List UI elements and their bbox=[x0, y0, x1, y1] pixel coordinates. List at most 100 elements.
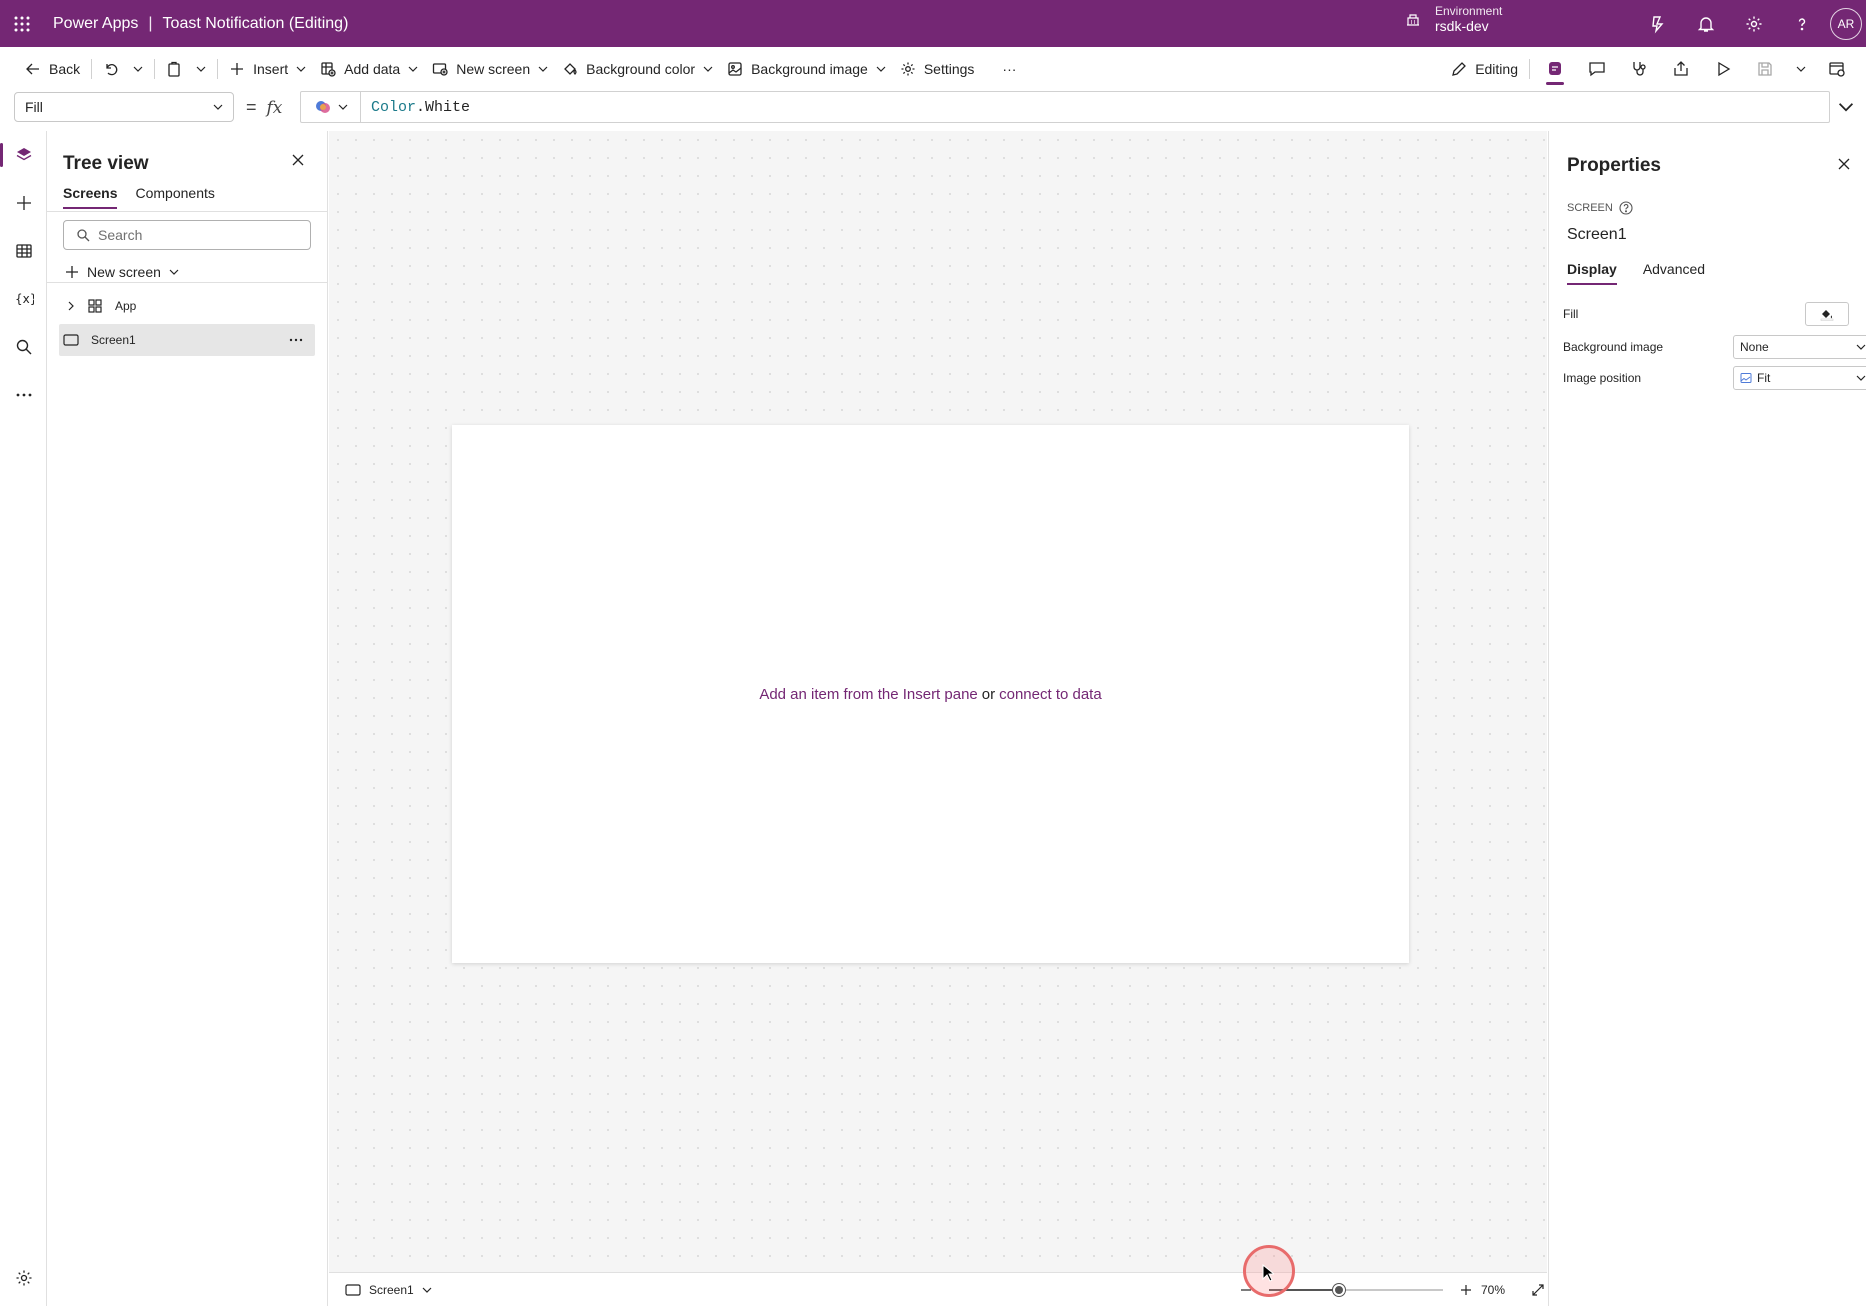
properties-tabs: Display Advanced bbox=[1567, 261, 1705, 285]
search-placeholder: Search bbox=[98, 227, 143, 243]
app-header: Power Apps | Toast Notification (Editing… bbox=[0, 0, 1866, 47]
new-screen-button[interactable]: New screen bbox=[425, 53, 555, 85]
stethoscope-icon bbox=[1633, 62, 1646, 76]
variables-rail-button[interactable]: {x} bbox=[0, 275, 47, 323]
expand-formula-button[interactable] bbox=[1838, 99, 1854, 115]
copilot-icon bbox=[315, 101, 330, 113]
tree-view-close-button[interactable] bbox=[291, 153, 305, 167]
chevron-right-icon[interactable] bbox=[59, 301, 83, 311]
undo-button[interactable] bbox=[96, 53, 126, 85]
divider bbox=[47, 211, 327, 212]
comment-icon bbox=[1589, 62, 1605, 77]
product-name[interactable]: Power Apps bbox=[53, 15, 138, 33]
background-image-dropdown[interactable]: None bbox=[1733, 335, 1866, 359]
insert-rail-button[interactable] bbox=[0, 179, 47, 227]
undo-menu-button[interactable] bbox=[126, 53, 150, 85]
app-checker-button[interactable] bbox=[1618, 51, 1660, 87]
comments-button[interactable] bbox=[1576, 51, 1618, 87]
fit-to-window-icon[interactable] bbox=[1531, 1283, 1545, 1297]
copilot-icon[interactable] bbox=[1634, 0, 1682, 47]
environment-icon bbox=[1407, 14, 1419, 26]
tree-tabs: Screens Components bbox=[63, 185, 215, 209]
insert-label: Insert bbox=[253, 61, 289, 77]
chevron-down-icon bbox=[338, 104, 347, 110]
app-launcher-icon[interactable] bbox=[0, 0, 43, 47]
insert-button[interactable]: Insert bbox=[222, 53, 313, 85]
help-icon[interactable] bbox=[1619, 201, 1633, 215]
more-commands-button[interactable]: ··· bbox=[995, 53, 1023, 85]
connect-to-data-link[interactable]: connect to data bbox=[999, 686, 1102, 703]
share-button[interactable] bbox=[1660, 51, 1702, 87]
chevron-down-icon bbox=[1856, 344, 1866, 350]
new-screen-label: New screen bbox=[456, 61, 531, 77]
app-title: Power Apps | Toast Notification (Editing… bbox=[53, 15, 348, 33]
chevron-down-icon bbox=[1796, 66, 1806, 72]
tree-view-rail-button[interactable] bbox=[0, 131, 47, 179]
chevron-down-icon bbox=[296, 66, 306, 72]
tree-item-label: App bbox=[115, 299, 137, 313]
clipboard-icon bbox=[168, 61, 180, 77]
more-options-icon[interactable] bbox=[289, 333, 303, 347]
tree-new-screen-label: New screen bbox=[87, 264, 161, 280]
zoom-in-icon[interactable] bbox=[1459, 1283, 1473, 1297]
editing-mode-button[interactable]: Editing bbox=[1444, 53, 1525, 85]
plus-icon bbox=[66, 266, 78, 278]
property-dropdown[interactable]: Fill bbox=[14, 92, 234, 122]
formula-copilot-button[interactable] bbox=[301, 92, 361, 122]
back-button[interactable]: Back bbox=[18, 53, 87, 85]
formula-member: White bbox=[425, 98, 471, 116]
copilot-pane-button[interactable] bbox=[1534, 51, 1576, 87]
paste-button[interactable] bbox=[159, 53, 189, 85]
copilot-chat-icon bbox=[1549, 62, 1561, 75]
tree-item-app[interactable]: App bbox=[59, 290, 315, 322]
insert-pane-link[interactable]: Add an item from the Insert pane bbox=[759, 686, 977, 703]
tab-display[interactable]: Display bbox=[1567, 261, 1617, 285]
chevron-down-icon bbox=[1838, 103, 1854, 112]
tree-view-title: Tree view bbox=[63, 153, 149, 174]
save-menu-button[interactable] bbox=[1786, 51, 1816, 87]
equals-sign: = bbox=[246, 97, 257, 117]
user-avatar[interactable]: AR bbox=[1830, 7, 1862, 40]
fill-color-picker[interactable] bbox=[1805, 302, 1849, 326]
tree-item-screen1[interactable]: Screen1 bbox=[59, 324, 315, 356]
tab-advanced[interactable]: Advanced bbox=[1643, 261, 1705, 285]
rail-settings-button[interactable] bbox=[0, 1258, 47, 1298]
background-image-label: Background image bbox=[751, 61, 868, 77]
chevron-down-icon bbox=[1856, 375, 1866, 381]
image-position-dropdown[interactable]: Fit bbox=[1733, 366, 1866, 390]
properties-close-button[interactable] bbox=[1837, 157, 1851, 171]
notifications-icon[interactable] bbox=[1682, 0, 1730, 47]
search-rail-button[interactable] bbox=[0, 323, 47, 371]
zoom-slider[interactable] bbox=[1269, 1284, 1443, 1296]
tree-search-input[interactable]: Search bbox=[63, 220, 311, 250]
save-button[interactable] bbox=[1744, 51, 1786, 87]
formula-text: Color.White bbox=[361, 99, 470, 116]
paste-menu-button[interactable] bbox=[189, 53, 213, 85]
control-name[interactable]: Screen1 bbox=[1567, 226, 1627, 244]
add-data-label: Add data bbox=[344, 61, 401, 77]
chevron-down-icon bbox=[213, 104, 223, 110]
help-icon[interactable] bbox=[1778, 0, 1826, 47]
fx-icon: fx bbox=[266, 97, 283, 118]
publish-button[interactable] bbox=[1816, 51, 1858, 87]
control-kind: SCREEN bbox=[1567, 201, 1633, 215]
environment-picker[interactable]: Environment rsdk-dev bbox=[1405, 4, 1502, 34]
arrow-left-icon bbox=[26, 63, 39, 75]
screen-artboard[interactable]: Add an item from the Insert pane or connec… bbox=[452, 425, 1409, 963]
background-color-button[interactable]: Background color bbox=[555, 53, 720, 85]
design-canvas[interactable]: Add an item from the Insert pane or connec… bbox=[329, 131, 1547, 1272]
formula-editor[interactable]: Color.White bbox=[300, 91, 1830, 123]
background-image-button[interactable]: Background image bbox=[720, 53, 893, 85]
settings-button[interactable]: Settings bbox=[893, 53, 982, 85]
more-rail-button[interactable] bbox=[0, 371, 47, 419]
preview-play-button[interactable] bbox=[1702, 51, 1744, 87]
add-data-button[interactable]: Add data bbox=[313, 53, 425, 85]
image-icon bbox=[728, 62, 742, 76]
properties-panel: Properties SCREEN Screen1 Display Advanc… bbox=[1548, 131, 1866, 1306]
zoom-slider-thumb[interactable] bbox=[1333, 1284, 1345, 1296]
screen-picker[interactable]: Screen1 bbox=[345, 1283, 432, 1297]
tab-components[interactable]: Components bbox=[135, 185, 214, 209]
tab-screens[interactable]: Screens bbox=[63, 185, 118, 209]
settings-gear-icon[interactable] bbox=[1730, 0, 1778, 47]
data-rail-button[interactable] bbox=[0, 227, 47, 275]
